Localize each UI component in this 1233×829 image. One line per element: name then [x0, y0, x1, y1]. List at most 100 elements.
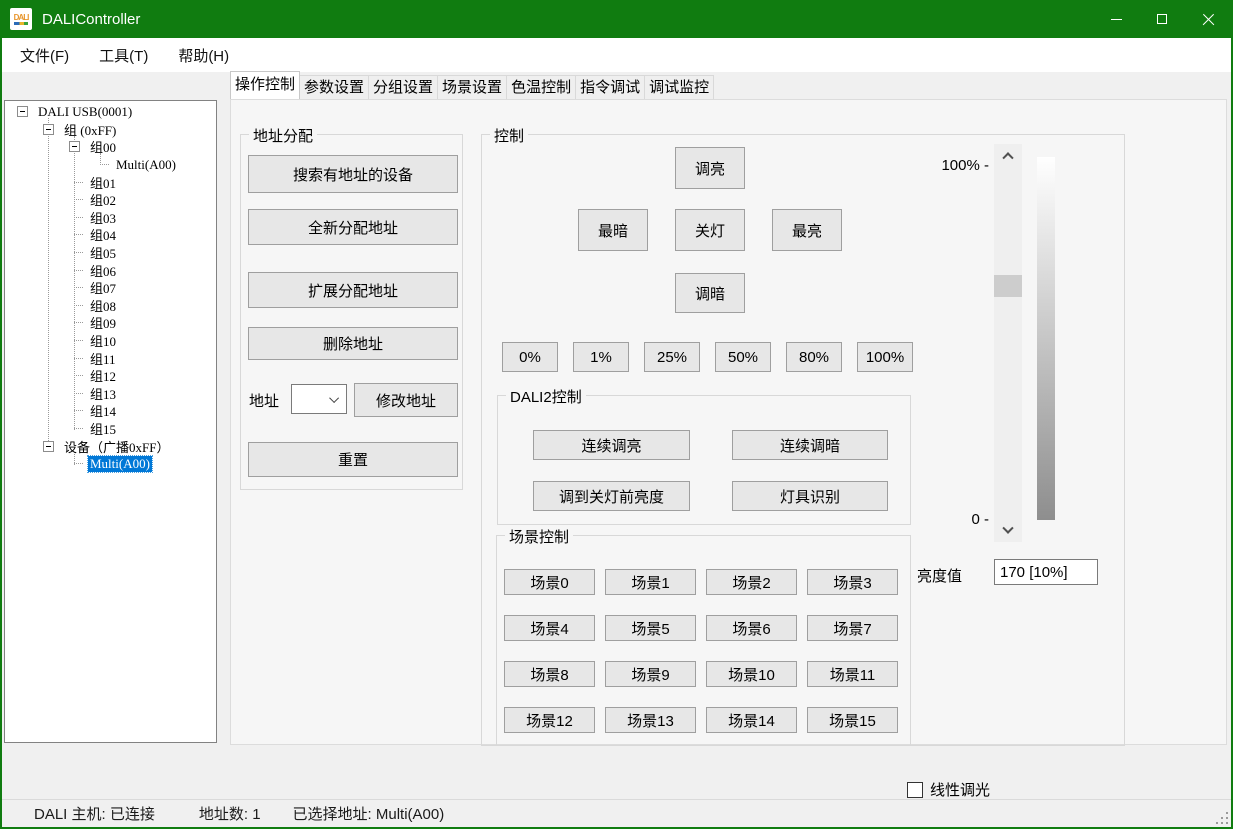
dim-button[interactable]: 调暗 [675, 273, 745, 313]
resize-grip-icon[interactable] [1216, 812, 1228, 824]
tree-collapse-icon[interactable] [69, 141, 80, 152]
percent-button[interactable]: 0% [502, 342, 558, 372]
tree-item[interactable]: 组10 [5, 332, 216, 350]
scene-button[interactable]: 场景6 [706, 615, 797, 641]
scene-button[interactable]: 场景9 [605, 661, 696, 687]
menu-item[interactable]: 帮助(H) [166, 41, 241, 70]
menu-item[interactable]: 文件(F) [8, 41, 81, 70]
scene-button[interactable]: 场景12 [504, 707, 595, 733]
tab[interactable]: 调试监控 [644, 75, 714, 99]
tree-item[interactable]: 组12 [5, 367, 216, 385]
percent-button[interactable]: 50% [715, 342, 771, 372]
scene-buttons: 场景0 场景1 场景2 场景3 场景4 场景5 场景6 场景7 场景8 场景9 场景10 场景11 场景… [504, 569, 898, 733]
maximize-icon [1157, 14, 1167, 24]
tree-item[interactable]: 组11 [5, 349, 216, 367]
minimize-button[interactable] [1093, 0, 1139, 38]
scene-button[interactable]: 场景11 [807, 661, 898, 687]
address-combobox[interactable] [291, 384, 347, 414]
address-action-button[interactable]: 删除地址 [248, 327, 458, 360]
tree-item[interactable]: 组09 [5, 314, 216, 332]
tab[interactable]: 色温控制 [506, 75, 576, 99]
scene-button[interactable]: 场景7 [807, 615, 898, 641]
dali2-action-button[interactable]: 连续调亮 [533, 430, 690, 460]
app-window: DALI DALIController 文件(F)工具(T)帮助(H) DALI… [0, 0, 1233, 829]
tree-item[interactable]: 组06 [5, 261, 216, 279]
tree-item[interactable]: 组14 [5, 402, 216, 420]
scene-button[interactable]: 场景13 [605, 707, 696, 733]
dali2-group-title: DALI2控制 [506, 386, 586, 407]
percent-button[interactable]: 80% [786, 342, 842, 372]
tree-item[interactable]: DALI USB(0001) [5, 103, 216, 121]
tab-page-operation-control: 地址分配 搜索有地址的设备全新分配地址扩展分配地址删除地址 地址 修改地址 重置… [230, 99, 1227, 745]
tree-item[interactable]: Multi(A00) [5, 455, 216, 473]
tree-connector-stub [74, 287, 83, 288]
scrollbar-up-button[interactable] [994, 146, 1022, 164]
address-action-button[interactable]: 全新分配地址 [248, 209, 458, 245]
tree-item[interactable]: 设备（广播0xFF） [5, 437, 216, 455]
scene-button[interactable]: 场景2 [706, 569, 797, 595]
scene-button[interactable]: 场景14 [706, 707, 797, 733]
tree-item[interactable]: 组07 [5, 279, 216, 297]
brightness-value-field[interactable]: 170 [10%] [994, 559, 1098, 585]
scrollbar-thumb[interactable] [994, 275, 1022, 297]
tree-item[interactable]: 组01 [5, 173, 216, 191]
tree-item-label: 组04 [88, 225, 118, 244]
tree-collapse-icon[interactable] [43, 441, 54, 452]
tree-connector-stub [74, 252, 83, 253]
scene-button[interactable]: 场景0 [504, 569, 595, 595]
tree-collapse-icon[interactable] [43, 124, 54, 135]
dali2-action-button[interactable]: 灯具识别 [732, 481, 888, 511]
tree-item[interactable]: 组15 [5, 420, 216, 438]
linear-dimming-label: 线性调光 [930, 779, 990, 800]
scene-button[interactable]: 场景15 [807, 707, 898, 733]
tree-item[interactable]: 组13 [5, 385, 216, 403]
reset-button[interactable]: 重置 [248, 442, 458, 477]
percent-button[interactable]: 25% [644, 342, 700, 372]
dali2-action-button[interactable]: 调到关灯前亮度 [533, 481, 690, 511]
tree-item[interactable]: 组03 [5, 209, 216, 227]
percent-button[interactable]: 100% [857, 342, 913, 372]
tab[interactable]: 操作控制 [230, 71, 300, 99]
address-action-button[interactable]: 搜索有地址的设备 [248, 155, 458, 193]
address-action-button[interactable]: 扩展分配地址 [248, 272, 458, 308]
percent-button[interactable]: 1% [573, 342, 629, 372]
tree-connector-stub [74, 217, 83, 218]
window-controls [1093, 0, 1231, 38]
brightest-button[interactable]: 最亮 [772, 209, 842, 251]
scene-button[interactable]: 场景10 [706, 661, 797, 687]
tab[interactable]: 指令调试 [575, 75, 645, 99]
tree-item[interactable]: 组05 [5, 244, 216, 262]
tree-item-label: Multi(A00) [88, 456, 152, 472]
tree-item[interactable]: 组08 [5, 297, 216, 315]
tab[interactable]: 场景设置 [437, 75, 507, 99]
tree-item-label: 组15 [88, 419, 118, 438]
tab[interactable]: 参数设置 [299, 75, 369, 99]
darkest-button[interactable]: 最暗 [578, 209, 648, 251]
scene-button[interactable]: 场景8 [504, 661, 595, 687]
minimize-icon [1111, 19, 1122, 20]
linear-dimming-checkbox[interactable] [907, 782, 923, 798]
tree-item[interactable]: 组 (0xFF) [5, 121, 216, 139]
brighten-button[interactable]: 调亮 [675, 147, 745, 189]
scene-button[interactable]: 场景3 [807, 569, 898, 595]
scrollbar-down-button[interactable] [994, 522, 1022, 540]
tree-item[interactable]: 组04 [5, 226, 216, 244]
device-tree-panel[interactable]: DALI USB(0001)组 (0xFF)组00Multi(A00)组01组0… [4, 100, 217, 743]
close-button[interactable] [1185, 0, 1231, 38]
menu-item[interactable]: 工具(T) [87, 41, 160, 70]
dali2-action-button[interactable]: 连续调暗 [732, 430, 888, 460]
scene-button[interactable]: 场景1 [605, 569, 696, 595]
scene-button[interactable]: 场景5 [605, 615, 696, 641]
modify-address-button[interactable]: 修改地址 [354, 383, 458, 417]
tree-item[interactable]: 组00 [5, 138, 216, 156]
lamp-off-button[interactable]: 关灯 [675, 209, 745, 251]
brightness-scrollbar[interactable] [994, 144, 1022, 542]
tree-item[interactable]: Multi(A00) [5, 156, 216, 174]
tree-item[interactable]: 组02 [5, 191, 216, 209]
dali2-buttons: 连续调亮 连续调暗调到关灯前亮度 灯具识别 [533, 430, 888, 511]
tree-collapse-icon[interactable] [17, 106, 28, 117]
scene-button[interactable]: 场景4 [504, 615, 595, 641]
tab[interactable]: 分组设置 [368, 75, 438, 99]
maximize-button[interactable] [1139, 0, 1185, 38]
tree-item-label: 组11 [88, 349, 118, 368]
